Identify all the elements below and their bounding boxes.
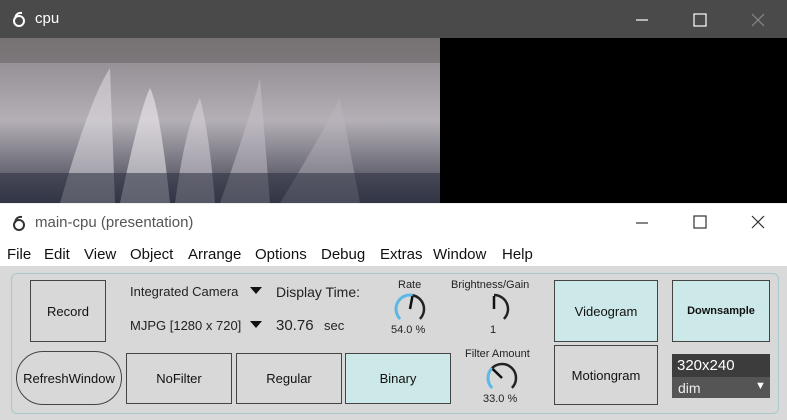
menu-view[interactable]: View	[84, 246, 116, 263]
dropdown-arrow-icon[interactable]: ▼	[755, 380, 766, 392]
menu-options[interactable]: Options	[255, 246, 307, 263]
display-time-value[interactable]: 30.76	[276, 317, 314, 334]
menu-object[interactable]: Object	[130, 246, 173, 263]
downsample-button[interactable]: Downsample	[672, 280, 770, 342]
videogram-display	[0, 38, 440, 203]
nofilter-button[interactable]: NoFilter	[126, 353, 232, 404]
maximize-icon[interactable]	[692, 214, 708, 230]
minimize-icon[interactable]	[634, 12, 650, 28]
dropdown-arrow-icon[interactable]	[250, 321, 262, 329]
brightness-gain-label: Brightness/Gain	[451, 279, 530, 291]
filter-amount-value: 33.0 %	[483, 393, 518, 405]
menu-arrange[interactable]: Arrange	[188, 246, 241, 263]
menu-edit[interactable]: Edit	[44, 246, 70, 263]
brightness-gain-value: 1	[490, 324, 497, 336]
menu-extras[interactable]: Extras	[380, 246, 423, 263]
dropdown-arrow-icon[interactable]	[250, 287, 262, 295]
menu-debug[interactable]: Debug	[321, 246, 365, 263]
binary-button[interactable]: Binary	[345, 353, 451, 404]
dim-select-value[interactable]: dim	[678, 380, 701, 396]
videogram-button[interactable]: Videogram	[554, 280, 658, 342]
regular-button[interactable]: Regular	[236, 353, 342, 404]
filter-amount-dial[interactable]	[483, 360, 521, 394]
display-time-label: Display Time:	[276, 284, 361, 300]
main-window-title: main-cpu (presentation)	[35, 214, 194, 231]
refresh-window-button[interactable]: RefreshWindow	[16, 351, 122, 405]
rate-dial[interactable]	[391, 291, 429, 325]
app-logo-icon	[13, 215, 25, 231]
app-logo-icon	[13, 11, 25, 27]
close-icon[interactable]	[750, 214, 766, 230]
camera-select[interactable]: Integrated Camera	[130, 284, 238, 299]
record-button[interactable]: Record	[30, 280, 106, 342]
filter-amount-label: Filter Amount	[465, 348, 530, 360]
top-window-titlebar[interactable]	[0, 0, 787, 38]
maximize-icon[interactable]	[692, 12, 708, 28]
menu-help[interactable]: Help	[502, 246, 533, 263]
rate-label: Rate	[398, 279, 422, 291]
rate-value: 54.0 %	[391, 324, 426, 336]
black-display-area	[440, 38, 787, 203]
display-time-unit: sec	[324, 318, 345, 333]
menu-file[interactable]: File	[7, 246, 31, 263]
motiongram-button[interactable]: Motiongram	[554, 345, 658, 405]
top-window-title: cpu	[35, 10, 60, 27]
close-icon[interactable]	[750, 12, 766, 28]
minimize-icon[interactable]	[634, 215, 650, 231]
menu-bar: File Edit View Object Arrange Options De…	[0, 242, 787, 266]
format-select[interactable]: MJPG [1280 x 720]	[130, 318, 241, 333]
menu-window[interactable]: Window	[433, 246, 486, 263]
brightness-gain-dial[interactable]	[475, 291, 513, 325]
resolution-value[interactable]: 320x240	[677, 357, 735, 374]
